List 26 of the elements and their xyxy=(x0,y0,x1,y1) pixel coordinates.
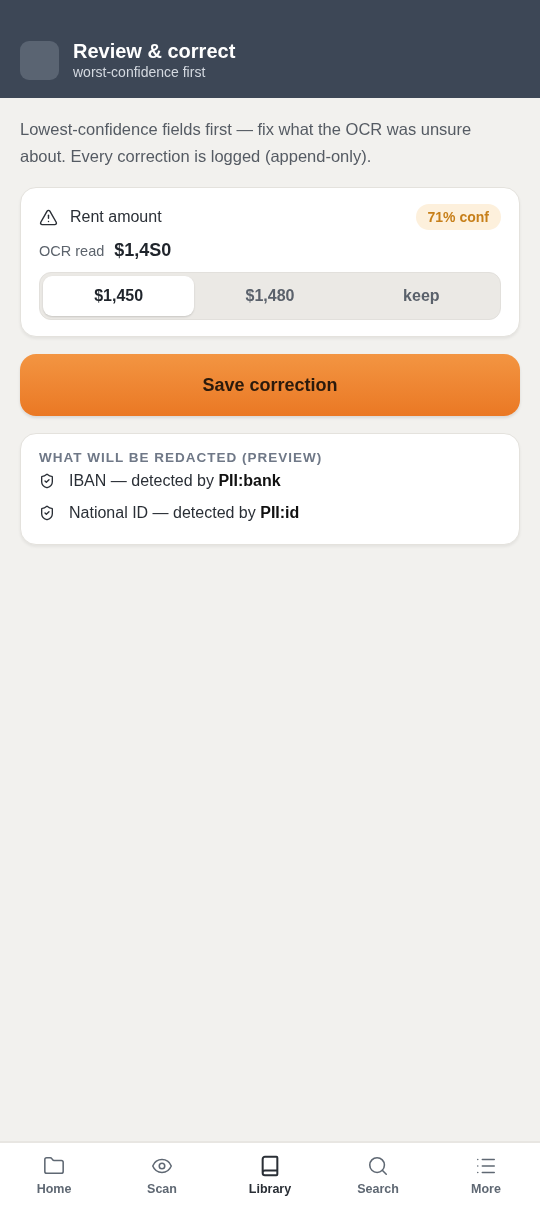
search-icon xyxy=(367,1155,389,1177)
nav-item[interactable]: More xyxy=(432,1143,540,1211)
field-label: Rent amount xyxy=(70,208,163,226)
nav-item[interactable]: Home xyxy=(0,1143,108,1211)
option-button[interactable]: $1,450 xyxy=(43,276,195,316)
confidence-badge: 71% conf xyxy=(415,204,501,230)
warning-icon xyxy=(39,207,58,227)
screen-title: Review & correct xyxy=(73,39,236,63)
book-icon xyxy=(259,1155,281,1177)
option-button[interactable]: keep xyxy=(345,276,497,316)
app-logo xyxy=(20,41,59,80)
nav-item[interactable]: Scan xyxy=(108,1143,216,1211)
nav-item[interactable]: Library xyxy=(216,1143,324,1211)
shield-check-icon xyxy=(39,505,55,521)
folder-icon xyxy=(43,1155,65,1177)
intro-text: Lowest-confidence fields first — fix what the OCR was unsure about. Every correction is logged (append-only). xyxy=(20,119,473,167)
redaction-title: WHAT WILL BE REDACTED (PREVIEW) xyxy=(39,450,324,465)
ocr-value: $1,4S0 xyxy=(114,240,172,261)
save-button[interactable]: Save correction xyxy=(20,354,520,416)
ocr-label: OCR read xyxy=(39,243,105,259)
nav-item[interactable]: Search xyxy=(324,1143,432,1211)
shield-check-icon xyxy=(39,473,55,489)
redaction-item: National ID — detected by PII:id xyxy=(69,504,300,522)
option-button[interactable]: $1,480 xyxy=(194,276,346,316)
screen-subtitle: worst-confidence first xyxy=(73,63,207,81)
redaction-item: IBAN — detected by PII:bank xyxy=(69,472,281,490)
